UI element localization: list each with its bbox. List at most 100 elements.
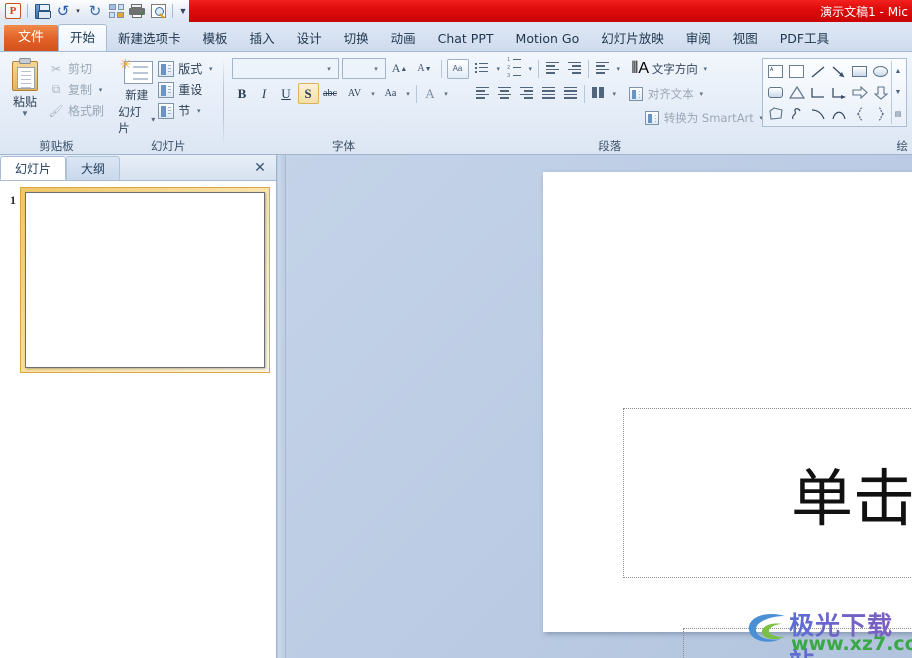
tab-new-tab[interactable]: 新建选项卡 [107, 26, 192, 51]
ribbon-tab-strip[interactable]: 文件 开始 新建选项卡 模板 插入 设计 切换 动画 Chat PPT Moti… [0, 22, 912, 52]
right-arrow-shape-icon[interactable] [849, 82, 870, 103]
title-placeholder[interactable]: 单击 [623, 408, 912, 578]
tab-template[interactable]: 模板 [192, 26, 239, 51]
tab-home[interactable]: 开始 [58, 24, 108, 51]
arrow-shape-icon[interactable] [828, 61, 849, 82]
font-name-combo[interactable]: ▾ [231, 58, 339, 79]
tab-design[interactable]: 设计 [286, 26, 333, 51]
line-spacing-dropdown-icon[interactable]: ▾ [614, 65, 623, 73]
tab-motion-go[interactable]: Motion Go [505, 26, 591, 51]
tab-transitions[interactable]: 切换 [333, 26, 380, 51]
underline-button[interactable]: U [276, 83, 297, 104]
left-brace-shape-icon[interactable] [849, 103, 870, 124]
italic-button[interactable]: I [254, 83, 275, 104]
redo-icon[interactable]: ↻ [85, 1, 105, 21]
copy-dropdown-icon[interactable]: ▾ [96, 86, 105, 94]
shape-gallery-scroll[interactable]: ▲ ▼ ▤ [891, 61, 904, 124]
font-color-dropdown-icon[interactable]: ▾ [442, 90, 451, 98]
freeform-shape-icon[interactable] [765, 103, 786, 124]
shape-scroll-down-icon[interactable]: ▼ [892, 82, 904, 103]
font-name-dropdown-icon[interactable]: ▾ [325, 65, 334, 73]
print-preview-icon[interactable] [148, 1, 168, 21]
thumbnail-item[interactable]: 1 [4, 187, 270, 373]
curve-shape-icon[interactable] [807, 103, 828, 124]
columns-dropdown-icon[interactable]: ▾ [610, 90, 619, 98]
align-right-button[interactable] [516, 83, 537, 104]
down-arrow-shape-icon[interactable] [870, 82, 891, 103]
tab-review[interactable]: 审阅 [675, 26, 722, 51]
oval-shape-icon[interactable] [870, 61, 891, 82]
section-button[interactable]: 节 ▾ [155, 101, 218, 120]
cut-button[interactable]: ✂ 剪切 [45, 59, 108, 78]
tab-animations[interactable]: 动画 [380, 26, 427, 51]
rounded-rectangle-shape-icon[interactable] [765, 82, 786, 103]
right-brace-shape-icon[interactable] [870, 103, 891, 124]
tab-slides-panel[interactable]: 幻灯片 [0, 156, 67, 180]
paste-dropdown-icon[interactable]: ▼ [21, 110, 29, 118]
line-shape-icon[interactable] [807, 61, 828, 82]
decrease-font-size-button[interactable]: A ▼ [414, 58, 436, 79]
section-dropdown-icon[interactable]: ▾ [194, 107, 203, 115]
elbow-arrow-connector-shape-icon[interactable] [828, 82, 849, 103]
undo-icon[interactable]: ↺ [53, 1, 73, 21]
tab-pdf-tools[interactable]: PDF工具 [769, 26, 840, 51]
text-direction-dropdown-icon[interactable]: ▾ [701, 65, 710, 73]
distribute-button[interactable] [560, 83, 581, 104]
text-box-shape-icon[interactable]: A [765, 61, 786, 82]
align-left-button[interactable] [472, 83, 493, 104]
panel-tab-strip[interactable]: 幻灯片 大纲 ✕ [0, 155, 276, 181]
slide-editing-surface[interactable]: 单击 单击 [543, 172, 912, 658]
text-shadow-button[interactable]: S [297, 83, 319, 104]
increase-indent-button[interactable] [564, 58, 585, 79]
reset-button[interactable]: 重设 [155, 80, 218, 99]
font-color-button[interactable]: A [420, 83, 441, 104]
bullets-dropdown-icon[interactable]: ▾ [494, 65, 503, 73]
shape-gallery-more-icon[interactable]: ▤ [892, 103, 904, 124]
subtitle-placeholder[interactable]: 单击 [683, 628, 912, 658]
justify-button[interactable] [538, 83, 559, 104]
align-center-button[interactable] [494, 83, 515, 104]
print-icon[interactable]: ✓ [127, 1, 147, 21]
layout-grid-icon[interactable] [106, 1, 126, 21]
change-case-button[interactable]: Aa [379, 83, 403, 104]
change-case-dropdown-icon[interactable]: ▾ [404, 90, 413, 98]
tab-chat-ppt[interactable]: Chat PPT [427, 26, 505, 51]
paste-button[interactable]: 粘贴 ▼ [5, 56, 45, 118]
format-painter-button[interactable]: 🖌 格式刷 [45, 101, 108, 120]
align-text-button[interactable]: 对齐文本 ▾ [626, 83, 708, 104]
character-spacing-button[interactable]: AV [342, 83, 368, 104]
copy-button[interactable]: ⧉ 复制 ▾ [45, 80, 108, 99]
thumbnail-preview[interactable] [25, 192, 265, 368]
bullets-button[interactable] [472, 58, 493, 79]
numbering-dropdown-icon[interactable]: ▾ [526, 65, 535, 73]
shape-scroll-up-icon[interactable]: ▲ [892, 61, 904, 82]
layout-dropdown-icon[interactable]: ▾ [206, 65, 215, 73]
scribble-shape-icon[interactable] [786, 103, 807, 124]
vertical-text-shape-icon[interactable] [786, 61, 807, 82]
tab-slideshow[interactable]: 幻灯片放映 [590, 26, 675, 51]
text-direction-button[interactable]: ⦀A 文字方向 ▾ [630, 58, 712, 79]
layout-button[interactable]: 版式 ▾ [155, 59, 218, 78]
tab-insert[interactable]: 插入 [239, 26, 286, 51]
shape-gallery[interactable]: A ▲ ▼ ▤ [762, 58, 907, 127]
columns-button[interactable] [588, 83, 609, 104]
line-spacing-button[interactable] [592, 58, 613, 79]
increase-font-size-button[interactable]: A ▲ [389, 58, 411, 79]
save-icon[interactable] [32, 1, 52, 21]
tab-file[interactable]: 文件 [4, 25, 59, 51]
powerpoint-logo-icon[interactable]: P [3, 1, 23, 21]
font-size-dropdown-icon[interactable]: ▾ [372, 65, 381, 73]
character-spacing-dropdown-icon[interactable]: ▾ [369, 90, 378, 98]
new-slide-button[interactable]: ✳ 新建 幻灯片 ▾ [118, 56, 155, 136]
undo-dropdown-icon[interactable]: ▾ [74, 1, 84, 21]
close-panel-icon[interactable]: ✕ [252, 159, 268, 175]
tab-outline-panel[interactable]: 大纲 [66, 156, 121, 180]
elbow-connector-shape-icon[interactable] [807, 82, 828, 103]
rectangle-shape-icon[interactable] [849, 61, 870, 82]
bold-button[interactable]: B [232, 83, 253, 104]
decrease-indent-button[interactable] [542, 58, 563, 79]
customize-qat-icon[interactable]: ▼ [177, 1, 189, 21]
thumbnail-selection-frame[interactable] [20, 187, 270, 373]
tab-view[interactable]: 视图 [722, 26, 769, 51]
arc-shape-icon[interactable] [828, 103, 849, 124]
